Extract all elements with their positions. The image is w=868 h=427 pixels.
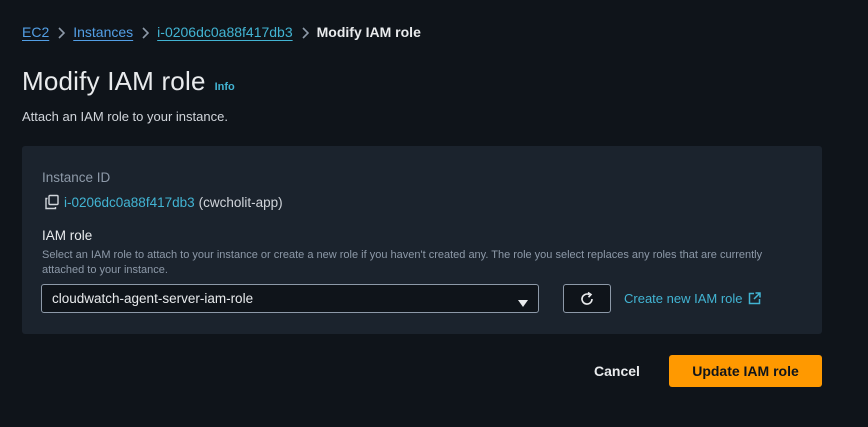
instance-id-row: i-0206dc0a88f417db3 (cwcholit-app)	[44, 194, 283, 210]
page-title: Modify IAM role	[22, 66, 206, 96]
create-iam-role-link[interactable]: Create new IAM role	[624, 291, 761, 306]
instance-id-label: Instance ID	[42, 170, 111, 185]
iam-role-panel: Instance ID i-0206dc0a88f417db3 (cwcholi…	[22, 146, 822, 334]
breadcrumb-current: Modify IAM role	[316, 24, 421, 40]
breadcrumb-instances[interactable]: Instances	[73, 24, 133, 40]
instance-id-link[interactable]: i-0206dc0a88f417db3	[64, 195, 195, 210]
caret-down-icon	[518, 295, 528, 307]
iam-role-select[interactable]: cloudwatch-agent-server-iam-role	[41, 284, 539, 313]
refresh-icon	[579, 291, 595, 307]
iam-role-description: Select an IAM role to attach to your ins…	[42, 249, 763, 276]
copy-icon[interactable]	[44, 194, 60, 210]
modify-iam-role-page: EC2 Instances i-0206dc0a88f417db3 Modify…	[0, 0, 868, 427]
cancel-button[interactable]: Cancel	[583, 356, 651, 386]
info-link[interactable]: Info	[215, 81, 235, 93]
breadcrumb-instance-id[interactable]: i-0206dc0a88f417db3	[157, 24, 292, 40]
iam-role-select-value: cloudwatch-agent-server-iam-role	[52, 291, 254, 306]
instance-name: (cwcholit-app)	[198, 194, 283, 210]
breadcrumb: EC2 Instances i-0206dc0a88f417db3 Modify…	[22, 24, 421, 40]
iam-role-label: IAM role	[42, 228, 93, 243]
page-subtitle: Attach an IAM role to your instance.	[22, 109, 228, 124]
external-link-icon	[748, 292, 761, 305]
chevron-right-icon	[49, 25, 73, 40]
breadcrumb-ec2[interactable]: EC2	[22, 24, 49, 40]
chevron-right-icon	[293, 25, 317, 40]
refresh-button[interactable]	[563, 284, 611, 313]
chevron-right-icon	[133, 25, 157, 40]
title-row: Modify IAM role Info	[22, 66, 235, 97]
update-iam-role-button[interactable]: Update IAM role	[669, 355, 822, 387]
create-iam-role-label: Create new IAM role	[624, 291, 743, 306]
